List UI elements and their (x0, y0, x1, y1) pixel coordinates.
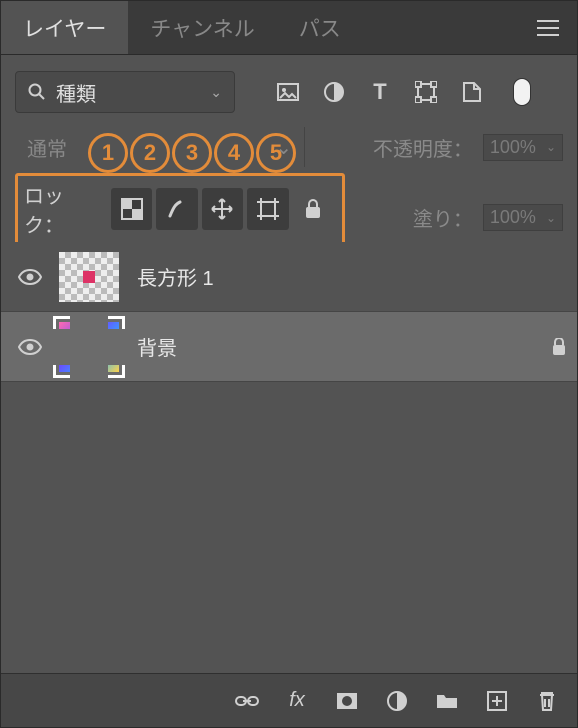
layer-name[interactable]: 背景 (137, 332, 177, 361)
filter-shape-icon[interactable] (415, 81, 437, 103)
annotation-2: 2 (130, 133, 170, 173)
fill-value[interactable]: 100%⌄ (483, 204, 563, 231)
fx-icon[interactable]: fx (285, 689, 309, 712)
annotation-4: 4 (214, 133, 254, 173)
search-icon (28, 83, 46, 101)
visibility-toggle[interactable] (11, 269, 49, 285)
delete-layer-icon[interactable] (535, 690, 559, 712)
fill-label: 塗り： (413, 203, 473, 232)
tab-layers[interactable]: レイヤー (1, 1, 128, 54)
tab-channels[interactable]: チャンネル (128, 1, 276, 54)
layer-name[interactable]: 長方形 1 (137, 262, 214, 291)
panel-menu-icon[interactable] (519, 20, 577, 36)
opacity-label: 不透明度： (373, 133, 473, 162)
layer-thumbnail[interactable] (59, 322, 119, 372)
filter-smartobject-icon[interactable] (461, 81, 483, 103)
chevron-down-icon: ⌄ (546, 211, 556, 225)
layer-row[interactable]: 長方形 1 (1, 242, 577, 312)
annotation-3: 3 (172, 133, 212, 173)
filter-type-label: 種類 (56, 78, 200, 107)
tab-paths[interactable]: パス (277, 1, 363, 54)
filter-type-dropdown[interactable]: 種類 ⌄ (15, 71, 235, 113)
link-layers-icon[interactable] (235, 694, 259, 708)
filter-adjustment-icon[interactable] (323, 81, 345, 103)
visibility-toggle[interactable] (11, 339, 49, 355)
new-layer-icon[interactable] (485, 691, 509, 711)
add-mask-icon[interactable] (335, 692, 359, 710)
adjustment-layer-icon[interactable] (385, 690, 409, 712)
layer-row[interactable]: 背景 (1, 312, 577, 382)
layer-thumbnail[interactable] (59, 252, 119, 302)
filter-image-icon[interactable] (277, 81, 299, 103)
chevron-down-icon: ⌄ (546, 140, 556, 154)
lock-icon[interactable] (551, 338, 567, 356)
filter-toggle-icon[interactable] (513, 78, 531, 106)
opacity-value[interactable]: 100%⌄ (483, 134, 563, 161)
new-group-icon[interactable] (435, 692, 459, 710)
annotation-5: 5 (256, 133, 296, 173)
filter-text-icon[interactable]: T (369, 81, 391, 103)
annotation-1: 1 (88, 133, 128, 173)
annotation-numbers: 1 2 3 4 5 (88, 133, 296, 173)
chevron-down-icon: ⌄ (210, 84, 222, 101)
